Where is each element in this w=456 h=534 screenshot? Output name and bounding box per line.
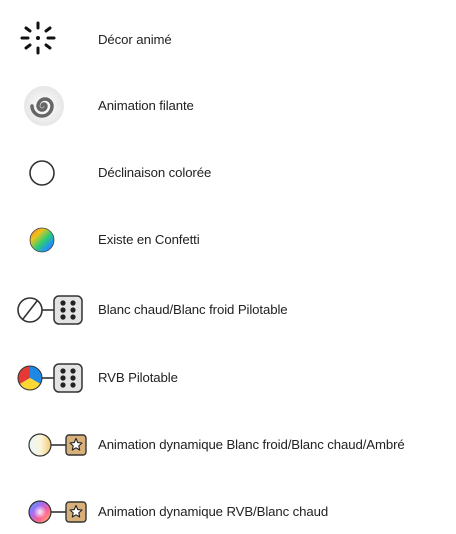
legend-list: Décor animé Animation filante Déclinaiso… — [0, 0, 456, 531]
legend-item-confetti: Existe en Confetti — [0, 218, 456, 262]
legend-item-dynamic-white-amber: Animation dynamique Blanc froid/Blanc ch… — [0, 423, 456, 467]
legend-item-dynamic-rgb-warm: Animation dynamique RVB/Blanc chaud — [0, 490, 456, 534]
legend-label: Animation dynamique RVB/Blanc chaud — [98, 504, 329, 519]
empty-circle-icon — [12, 151, 90, 195]
legend-item-rgb-remote: RVB Pilotable — [0, 356, 456, 400]
sparkle-icon — [12, 18, 90, 62]
rainbow-gradient-circle-icon — [12, 218, 90, 262]
spiral-swirl-icon — [12, 84, 90, 128]
legend-item-warm-cool-white-remote: Blanc chaud/Blanc froid Pilotable — [0, 288, 456, 332]
pastel-gradient-circle-with-star-box-icon — [12, 423, 90, 467]
rgb-pie-with-remote-icon — [12, 356, 90, 400]
legend-item-animated-decor: Décor animé — [0, 18, 456, 62]
legend-label: Animation filante — [98, 98, 194, 113]
legend-label: Animation dynamique Blanc froid/Blanc ch… — [98, 437, 405, 452]
legend-item-shooting-animation: Animation filante — [0, 84, 456, 128]
legend-label: Blanc chaud/Blanc froid Pilotable — [98, 302, 288, 317]
half-circle-with-remote-icon — [12, 288, 90, 332]
legend-label: Existe en Confetti — [98, 232, 200, 247]
legend-label: RVB Pilotable — [98, 370, 178, 385]
legend-label: Décor animé — [98, 32, 172, 47]
color-wheel-circle-with-star-box-icon — [12, 490, 90, 534]
legend-item-color-variants: Déclinaison colorée — [0, 151, 456, 195]
legend-label: Déclinaison colorée — [98, 165, 212, 180]
